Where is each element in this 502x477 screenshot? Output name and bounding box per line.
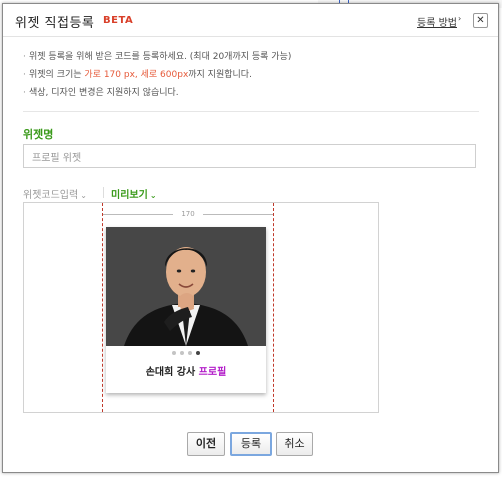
dialog-title: 위젯 직접등록 xyxy=(15,16,95,31)
carousel-dot[interactable] xyxy=(172,351,176,355)
note-text: 위젯 등록을 위해 받은 코드를 등록하세요. (최대 20개까지 등록 가능) xyxy=(29,52,292,62)
carousel-dot-active[interactable] xyxy=(196,351,200,355)
tab-widget-code[interactable]: 위젯코드입력 ⌄ xyxy=(23,186,87,201)
note-text: 위젯의 크기는 xyxy=(29,70,85,80)
cancel-button[interactable]: 취소 xyxy=(276,432,313,456)
widget-preview-area: 170 손대희 강사 프로필 xyxy=(23,202,379,413)
note-item: · 위젯 등록을 위해 받은 코드를 등록하세요. (최대 20개까지 등록 가능… xyxy=(23,51,291,69)
carousel-dot[interactable] xyxy=(180,351,184,355)
beta-badge: BETA xyxy=(103,15,134,26)
widget-name-input[interactable] xyxy=(23,144,476,168)
note-text: 색상, 디자인 변경은 지원하지 않습니다. xyxy=(29,88,179,98)
note-item: · 색상, 디자인 변경은 지원하지 않습니다. xyxy=(23,87,291,105)
prev-button[interactable]: 이전 xyxy=(187,432,225,456)
section-divider xyxy=(23,111,479,112)
profile-widget-card: 손대희 강사 프로필 xyxy=(106,227,266,393)
width-guide-left xyxy=(102,203,103,412)
note-item: · 위젯의 크기는 가로 170 px, 세로 600px까지 지원합니다. xyxy=(23,69,291,87)
note-text: 까지 지원합니다. xyxy=(188,70,252,80)
profile-photo xyxy=(106,227,266,346)
chevron-down-icon: ⌄ xyxy=(149,191,157,200)
profile-caption: 손대희 강사 프로필 xyxy=(106,363,266,378)
register-button[interactable]: 등록 xyxy=(230,432,272,456)
help-arrow-icon: › xyxy=(458,14,462,23)
tab-preview[interactable]: 미리보기 ⌄ xyxy=(111,186,157,201)
help-link[interactable]: 등록 방법 xyxy=(417,14,457,29)
profile-link[interactable]: 프로필 xyxy=(199,367,227,378)
close-button[interactable]: ✕ xyxy=(473,13,488,28)
widget-name-label: 위젯명 xyxy=(23,128,54,141)
widget-register-dialog: 위젯 직접등록 BETA 등록 방법 › ✕ · 위젯 등록을 위해 받은 코드를… xyxy=(2,3,499,473)
ruler-width-label: 170 xyxy=(173,209,203,219)
tab-divider xyxy=(103,187,104,198)
width-guide-right xyxy=(273,203,274,412)
dialog-button-row: 이전 등록 취소 xyxy=(3,432,498,458)
carousel-dot[interactable] xyxy=(188,351,192,355)
note-size-highlight: 가로 170 px, 세로 600px xyxy=(84,70,189,80)
guide-notes: · 위젯 등록을 위해 받은 코드를 등록하세요. (최대 20개까지 등록 가능… xyxy=(23,51,291,105)
width-ruler: 170 xyxy=(103,209,273,219)
title-divider xyxy=(3,36,498,37)
tab-widget-code-label: 위젯코드입력 xyxy=(23,190,79,201)
chevron-down-icon: ⌄ xyxy=(80,191,87,200)
dialog-titlebar: 위젯 직접등록 BETA 등록 방법 › ✕ xyxy=(3,4,498,36)
profile-name: 손대희 강사 xyxy=(145,367,199,378)
profile-photo-illustration xyxy=(106,227,266,346)
tab-preview-label: 미리보기 xyxy=(111,190,148,201)
carousel-dots xyxy=(106,351,266,357)
